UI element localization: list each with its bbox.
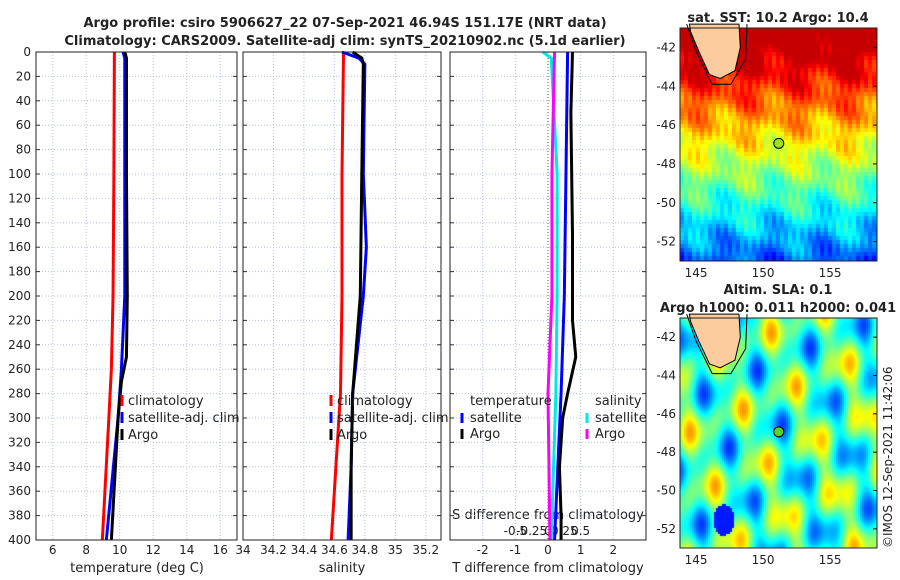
lat-tick-label: -44: [656, 369, 676, 383]
x-tick-label: 16: [213, 543, 228, 557]
argo-location-marker: [773, 137, 785, 149]
title-line-1: Argo profile: csiro 5906627_22 07-Sep-20…: [83, 16, 606, 31]
lat-tick-label: -52: [656, 235, 676, 249]
legend-label: Argo: [337, 428, 367, 443]
argo-location-marker: [773, 426, 785, 438]
legend-title-salinity: salinity: [595, 394, 642, 409]
credit-text: ©IMOS 12-Sep-2021 11:42:06: [881, 366, 895, 548]
tasmania-land: [688, 23, 741, 80]
depth-tick-label: 240: [8, 338, 31, 352]
s-tick-label: 0.5: [571, 524, 590, 538]
argo-profile-figure: Argo profile: csiro 5906627_22 07-Sep-20…: [0, 0, 900, 580]
lat-tick-label: -48: [656, 157, 676, 171]
x-tick-label: 34.8: [351, 543, 378, 557]
lat-tick-label: -46: [656, 407, 676, 421]
legend-label: Argo: [470, 427, 500, 442]
x-tick-label: 34.6: [321, 543, 348, 557]
depth-tick-label: 100: [8, 167, 31, 181]
x-tick-label: 34.4: [291, 543, 318, 557]
tdiff-xlabel: T difference from climatology: [451, 561, 644, 576]
legend-title-temperature: temperature: [470, 394, 552, 409]
depth-tick-label: 340: [8, 460, 31, 474]
depth-tick-label: 220: [8, 313, 31, 327]
salinity-xlabel: salinity: [319, 561, 366, 576]
lat-tick-label: -44: [656, 79, 676, 93]
depth-tick-label: 160: [8, 240, 31, 254]
lon-tick-label: 150: [752, 553, 775, 567]
lat-tick-label: -48: [656, 445, 676, 459]
legend-label: climatology: [337, 394, 413, 409]
lon-tick-label: 155: [819, 266, 842, 280]
lat-tick-label: -46: [656, 118, 676, 132]
figure-svg: Argo profile: csiro 5906627_22 07-Sep-20…: [8, 11, 896, 576]
depth-tick-label: 40: [16, 94, 31, 108]
x-tick-label: 10: [112, 543, 127, 557]
x-tick-label: 35.2: [412, 543, 439, 557]
lat-tick-label: -50: [656, 196, 676, 210]
lat-tick-label: -42: [656, 40, 676, 54]
depth-tick-label: 140: [8, 216, 31, 230]
legend-label: satellite: [595, 411, 647, 426]
x-tick-label: -2: [477, 543, 489, 557]
x-tick-label: 2: [610, 543, 618, 557]
x-tick-label: 12: [146, 543, 161, 557]
legend-label: Argo: [128, 428, 158, 443]
lon-tick-label: 155: [819, 553, 842, 567]
depth-tick-label: 0: [23, 45, 31, 59]
depth-tick-label: 360: [8, 484, 31, 498]
lat-tick-label: -42: [656, 330, 676, 344]
legend-label: climatology: [128, 394, 204, 409]
depth-tick-label: 280: [8, 387, 31, 401]
legend-label: satellite-adj. clim: [337, 411, 449, 426]
tasmania-land: [688, 313, 741, 369]
lon-tick-label: 145: [685, 553, 708, 567]
depth-tick-label: 320: [8, 435, 31, 449]
depth-tick-label: 60: [16, 118, 31, 132]
s-tick-label: -0.25: [516, 524, 547, 538]
x-tick-label: 34.2: [260, 543, 287, 557]
sla-map-title: Altim. SLA: 0.1: [724, 283, 833, 298]
depth-tick-label: 380: [8, 509, 31, 523]
depth-tick-label: 300: [8, 411, 31, 425]
x-tick-label: 1: [577, 543, 585, 557]
legend-label: Argo: [595, 427, 625, 442]
depth-tick-label: 180: [8, 265, 31, 279]
lon-tick-label: 145: [685, 266, 708, 280]
lat-tick-label: -52: [656, 522, 676, 536]
x-tick-label: -1: [509, 543, 521, 557]
title-line-2: Climatology: CARS2009. Satellite-adj cli…: [64, 34, 625, 49]
lat-tick-label: -50: [656, 484, 676, 498]
depth-tick-label: 400: [8, 533, 31, 547]
x-tick-label: 6: [49, 543, 57, 557]
depth-tick-label: 20: [16, 69, 31, 83]
depth-tick-label: 260: [8, 362, 31, 376]
legend-label: satellite-adj. clim: [128, 411, 240, 426]
depth-tick-label: 80: [16, 143, 31, 157]
depth-tick-label: 200: [8, 289, 31, 303]
legend-label: satellite: [470, 411, 522, 426]
x-tick-label: 0: [544, 543, 552, 557]
temperature-xlabel: temperature (deg C): [70, 561, 204, 576]
depth-tick-label: 120: [8, 191, 31, 205]
x-tick-label: 34: [235, 543, 250, 557]
lon-tick-label: 150: [752, 266, 775, 280]
x-tick-label: 35: [388, 543, 403, 557]
x-tick-label: 8: [82, 543, 90, 557]
x-tick-label: 14: [179, 543, 194, 557]
